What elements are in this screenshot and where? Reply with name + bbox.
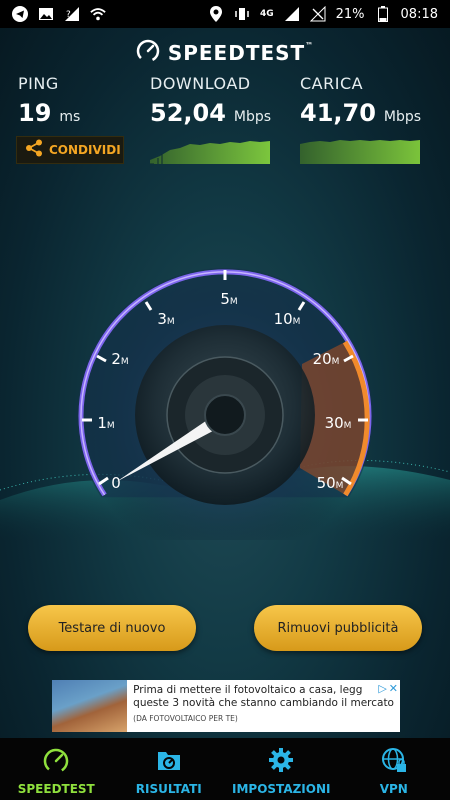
image-icon xyxy=(38,6,54,22)
gauge-icon xyxy=(42,746,70,778)
tick-0: 0 xyxy=(111,474,121,492)
wifi-icon xyxy=(90,6,106,22)
clock: 08:18 xyxy=(400,6,438,22)
vibrate-icon xyxy=(234,6,250,22)
cell-signal-icon xyxy=(284,6,300,22)
globe-lock-icon xyxy=(380,746,408,778)
network-type: 4G xyxy=(259,9,274,19)
results-icon xyxy=(155,746,183,778)
ping-label: PING xyxy=(18,74,59,93)
app-header: SPEEDTEST™ xyxy=(0,38,450,68)
svg-text:?: ? xyxy=(66,10,71,20)
location-icon xyxy=(208,6,224,22)
share-label: CONDIVIDI xyxy=(49,143,121,157)
ad-line-2: queste 3 novità che stanno cambiando il … xyxy=(133,697,394,709)
nav-speedtest[interactable]: SPEEDTEST xyxy=(0,738,113,800)
nav-results[interactable]: RISULTATI xyxy=(113,738,226,800)
ad-close-icon[interactable]: ✕ xyxy=(389,682,398,695)
status-left: ? xyxy=(12,6,106,22)
upload-label: CARICA xyxy=(300,74,364,93)
ping-value: 19 xyxy=(18,99,52,127)
upload-unit: Mbps xyxy=(383,109,422,125)
download-unit: Mbps xyxy=(233,109,272,125)
ad-thumbnail xyxy=(52,680,128,732)
status-bar: ? 4G 21% 08:18 xyxy=(0,0,450,28)
upload-value: 41,70 xyxy=(300,99,376,127)
speedometer-logo-icon xyxy=(136,39,160,67)
app-title: SPEEDTEST™ xyxy=(167,41,315,65)
nav-settings[interactable]: IMPOSTAZIONI xyxy=(225,738,338,800)
bottom-nav: SPEEDTEST RISULTATI IMPOSTAZIONI VPN xyxy=(0,738,450,800)
nav-settings-label: IMPOSTAZIONI xyxy=(232,782,331,796)
nav-speedtest-label: SPEEDTEST xyxy=(17,782,95,796)
retest-button[interactable]: Testare di nuovo xyxy=(28,605,196,651)
upload-graph xyxy=(300,140,420,164)
remove-ads-button[interactable]: Rimuovi pubblicità xyxy=(254,605,422,651)
share-icon xyxy=(25,139,43,161)
nav-results-label: RISULTATI xyxy=(135,782,202,796)
gear-icon xyxy=(267,746,295,778)
adchoices-icon[interactable]: ▷ xyxy=(378,682,386,695)
download-label: DOWNLOAD xyxy=(150,74,251,93)
download-graph xyxy=(150,141,270,164)
ad-banner[interactable]: Prima di mettere il fotovoltaico a casa,… xyxy=(52,680,400,732)
ping-unit: ms xyxy=(59,109,81,125)
battery-icon xyxy=(375,6,391,22)
status-right: 4G 21% 08:18 xyxy=(208,6,438,22)
speed-gauge: 0 1M 2M 3M 5M 10M 20M 30M 50M xyxy=(0,267,450,540)
upload-stat: CARICA 41,70 Mbps xyxy=(300,74,421,127)
battery-percent: 21% xyxy=(335,6,365,22)
sim-off-icon xyxy=(309,6,326,22)
nav-vpn[interactable]: VPN xyxy=(338,738,450,800)
download-value: 52,04 xyxy=(150,99,226,127)
nav-vpn-label: VPN xyxy=(379,782,408,796)
signal-question-icon: ? xyxy=(64,6,80,22)
telegram-icon xyxy=(12,6,28,22)
download-stat: DOWNLOAD 52,04 Mbps xyxy=(150,74,271,127)
ping-stat: PING 19 ms xyxy=(18,74,80,127)
share-button[interactable]: CONDIVIDI xyxy=(16,136,124,164)
ad-line-1: Prima di mettere il fotovoltaico a casa,… xyxy=(133,684,363,696)
ad-source: (DA FOTOVOLTAICO PER TE) xyxy=(133,714,238,723)
